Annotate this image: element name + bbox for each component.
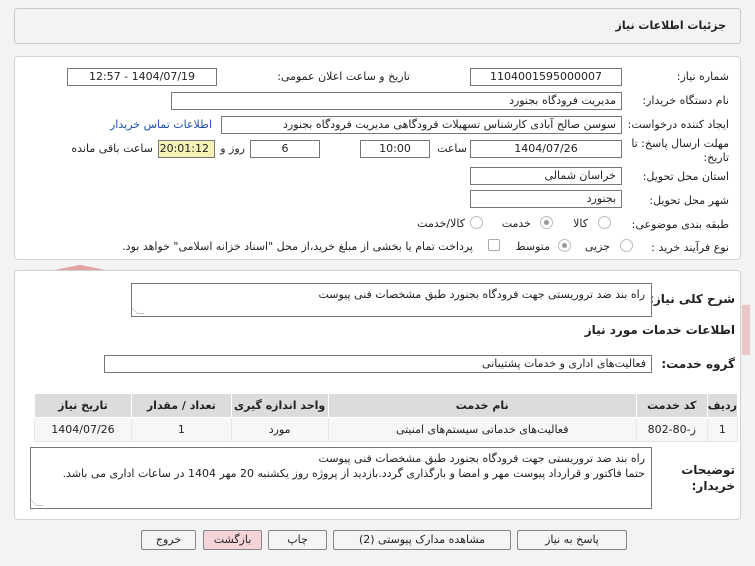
column-quantity: تعداد / مقدار	[130, 393, 232, 418]
process-radio-minor[interactable]	[620, 239, 633, 252]
treasury-payment-checkbox[interactable]	[488, 239, 500, 251]
remaining-time-field: 20:01:12	[158, 140, 215, 158]
process-label: نوع فرآیند خرید :	[651, 241, 729, 254]
service-group-field: فعالیت‌های اداری و خدمات پشتیبانی	[104, 355, 652, 373]
reply-button[interactable]: پاسخ به نیاز	[517, 530, 627, 550]
buyer-notes-line-2: حتما فاکتور و قرارداد پیوست مهر و امضا و…	[62, 467, 645, 480]
services-table: ردیف کد خدمت نام خدمت واحد اندازه گیری ت…	[34, 393, 739, 442]
need-number-label: شماره نیاز:	[676, 70, 729, 83]
exit-button[interactable]: خروج	[141, 530, 196, 550]
cell-unit: مورد	[230, 417, 329, 442]
table-row: 1 ز-80-802 فعالیت‌های خدماتی سیستم‌های ا…	[34, 417, 739, 442]
deadline-date-field: 1404/07/26	[470, 140, 622, 158]
remaining-label: ساعت باقی مانده	[71, 142, 153, 155]
buyer-notes-label: توضیحات	[681, 463, 735, 477]
province-field: خراسان شمالی	[470, 167, 622, 185]
cell-service-code: ز-80-802	[635, 417, 708, 442]
deadline-label: مهلت ارسال پاسخ: تا	[631, 137, 729, 150]
category-radio-service[interactable]	[540, 216, 553, 229]
services-section-title: اطلاعات خدمات مورد نیاز	[584, 323, 735, 337]
deadline-time-field: 10:00	[360, 140, 430, 158]
category-radio-both[interactable]	[470, 216, 483, 229]
resize-grip-icon[interactable]	[130, 307, 145, 314]
column-service-name: نام خدمت	[327, 393, 637, 418]
need-number-field: 1104001595000007	[470, 68, 622, 86]
category-option-goods: کالا	[573, 217, 588, 230]
column-row-index: ردیف	[706, 393, 739, 418]
days-field: 6	[250, 140, 320, 158]
service-group-label: گروه خدمت:	[661, 357, 735, 371]
creator-label: ایجاد کننده درخواست:	[627, 118, 729, 131]
category-label: طبقه بندی موضوعی:	[631, 218, 729, 231]
view-attachments-button[interactable]: مشاهده مدارک پیوستی (2)	[333, 530, 511, 550]
creator-field: سوسن صالح آبادی کارشناس تسهیلات فرودگاهی…	[221, 116, 622, 134]
table-header-row: ردیف کد خدمت نام خدمت واحد اندازه گیری ت…	[34, 393, 739, 418]
process-option-minor: جزیی	[584, 240, 610, 253]
buyer-org-field: مدیریت فرودگاه بجنورد	[171, 92, 622, 110]
summary-textarea: راه بند ضد تروریستی جهت فرودگاه بجنورد ط…	[130, 283, 652, 317]
days-label: روز و	[220, 142, 245, 155]
column-need-date: تاریخ نیاز	[34, 393, 132, 418]
page-title: جزئیات اطلاعات نیاز	[615, 19, 727, 32]
deadline-label-date: تاریخ:	[703, 151, 729, 164]
page-header: جزئیات اطلاعات نیاز	[14, 8, 741, 44]
column-service-code: کد خدمت	[635, 393, 708, 418]
buyer-notes-textarea: راه بند ضد تروریستی جهت فرودگاه بجنورد ط…	[29, 447, 652, 509]
cell-need-date: 1404/07/26	[34, 417, 132, 442]
column-unit: واحد اندازه گیری	[230, 393, 329, 418]
cell-service-name: فعالیت‌های خدماتی سیستم‌های امنیتی	[327, 417, 637, 442]
city-field: بجنورد	[470, 190, 622, 208]
resize-grip-icon[interactable]	[29, 499, 44, 506]
category-option-service: خدمت	[501, 217, 531, 230]
category-radio-goods[interactable]	[598, 216, 611, 229]
buyer-contact-link[interactable]: اطلاعات تماس خریدار	[110, 118, 212, 131]
buyer-notes-line-1: راه بند ضد تروریستی جهت فرودگاه بجنورد ط…	[318, 452, 645, 465]
print-button[interactable]: چاپ	[268, 530, 327, 550]
buyer-org-label: نام دستگاه خریدار:	[642, 94, 729, 107]
process-radio-medium[interactable]	[558, 239, 571, 252]
cell-quantity: 1	[130, 417, 232, 442]
treasury-payment-note: پرداخت تمام یا بخشی از مبلغ خرید،از محل …	[122, 240, 473, 253]
deadline-time-label: ساعت	[437, 142, 467, 155]
announce-date-field: 1404/07/19 - 12:57	[67, 68, 217, 86]
summary-label: شرح کلی نیاز:	[649, 292, 735, 306]
buyer-notes-label-2: خریدار:	[691, 479, 735, 493]
city-label: شهر محل تحویل:	[649, 194, 729, 207]
province-label: استان محل تحویل:	[642, 170, 729, 183]
announce-date-label: تاریخ و ساعت اعلان عمومی:	[277, 70, 410, 83]
category-option-both: کالا/خدمت	[417, 217, 465, 230]
process-option-medium: متوسط	[515, 240, 550, 253]
cell-row-index: 1	[706, 417, 739, 442]
summary-text: راه بند ضد تروریستی جهت فرودگاه بجنورد ط…	[318, 288, 645, 301]
back-button[interactable]: بازگشت	[203, 530, 262, 550]
